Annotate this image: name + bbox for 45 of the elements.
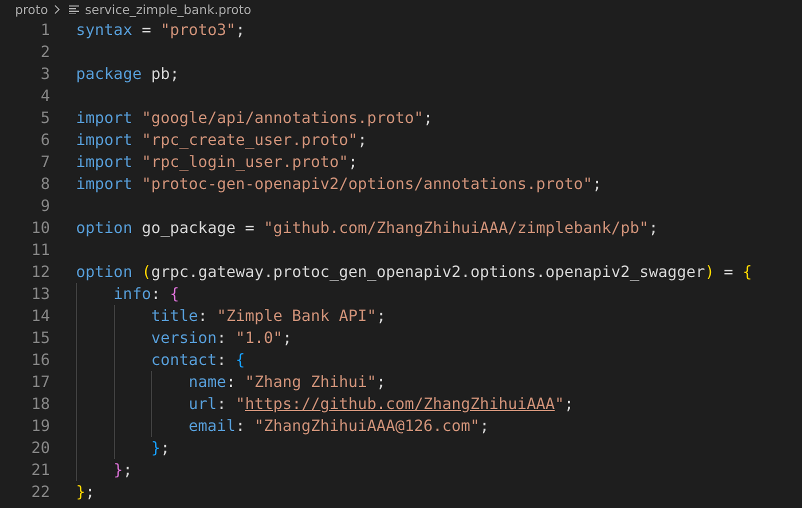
code-line: package pb; — [76, 64, 180, 85]
code-line: }; — [76, 482, 95, 503]
line-number: 11 — [30, 240, 50, 261]
line-number: 6 — [40, 130, 50, 151]
line-number: 18 — [30, 394, 50, 415]
line-number: 15 — [30, 328, 50, 349]
line-number: 21 — [30, 460, 50, 481]
line-number: 17 — [30, 372, 50, 393]
code-line: syntax = "proto3"; — [76, 20, 246, 41]
code-line: option (grpc.gateway.protoc_gen_openapiv2.options.openapiv2_swagger) = { — [76, 262, 752, 283]
line-number: 12 — [30, 262, 50, 283]
line-number: 10 — [30, 218, 50, 239]
code-line: contact: { — [151, 350, 245, 371]
line-number: 8 — [40, 174, 50, 195]
line-number: 7 — [40, 152, 50, 173]
breadcrumb-item[interactable]: proto — [15, 2, 48, 17]
code-line: }; — [114, 460, 132, 481]
breadcrumb-item[interactable]: service_zimple_bank.proto — [85, 2, 252, 17]
code-line: import "rpc_create_user.proto"; — [76, 130, 368, 151]
chevron-icon — [54, 5, 60, 14]
code-line: url: "https://github.com/ZhangZhihuiAAA"; — [188, 394, 574, 415]
line-number: 9 — [40, 196, 50, 217]
line-number: 16 — [30, 350, 50, 371]
line-number: 13 — [30, 284, 50, 305]
line-number: 1 — [40, 20, 50, 41]
code-line: email: "ZhangZhihuiAAA@126.com"; — [188, 416, 490, 437]
code-line: import "rpc_login_user.proto"; — [76, 152, 358, 173]
line-number: 3 — [40, 64, 50, 85]
code-line: title: "Zimple Bank API"; — [151, 306, 386, 327]
link[interactable]: https://github.com/ZhangZhihuiAAA — [244, 395, 555, 413]
line-number: 22 — [30, 482, 50, 503]
code-line: info: { — [114, 284, 180, 305]
code-line: import "protoc-gen-openapiv2/options/annotations.proto"; — [76, 174, 602, 195]
code-line: }; — [151, 438, 170, 459]
line-number: 14 — [30, 306, 50, 327]
line-number: 19 — [30, 416, 50, 437]
lines-icon — [69, 5, 79, 14]
code-line: version: "1.0"; — [151, 328, 292, 349]
code-line: name: "Zhang Zhihui"; — [188, 372, 386, 393]
code-line: option go_package = "github.com/ZhangZhihuiAAA/zimplebank/pb"; — [76, 218, 658, 239]
code-line: import "google/api/annotations.proto"; — [76, 108, 433, 129]
line-number: 20 — [30, 438, 50, 459]
line-number: 5 — [40, 108, 50, 129]
line-number: 4 — [40, 86, 50, 107]
line-number: 2 — [40, 42, 50, 63]
